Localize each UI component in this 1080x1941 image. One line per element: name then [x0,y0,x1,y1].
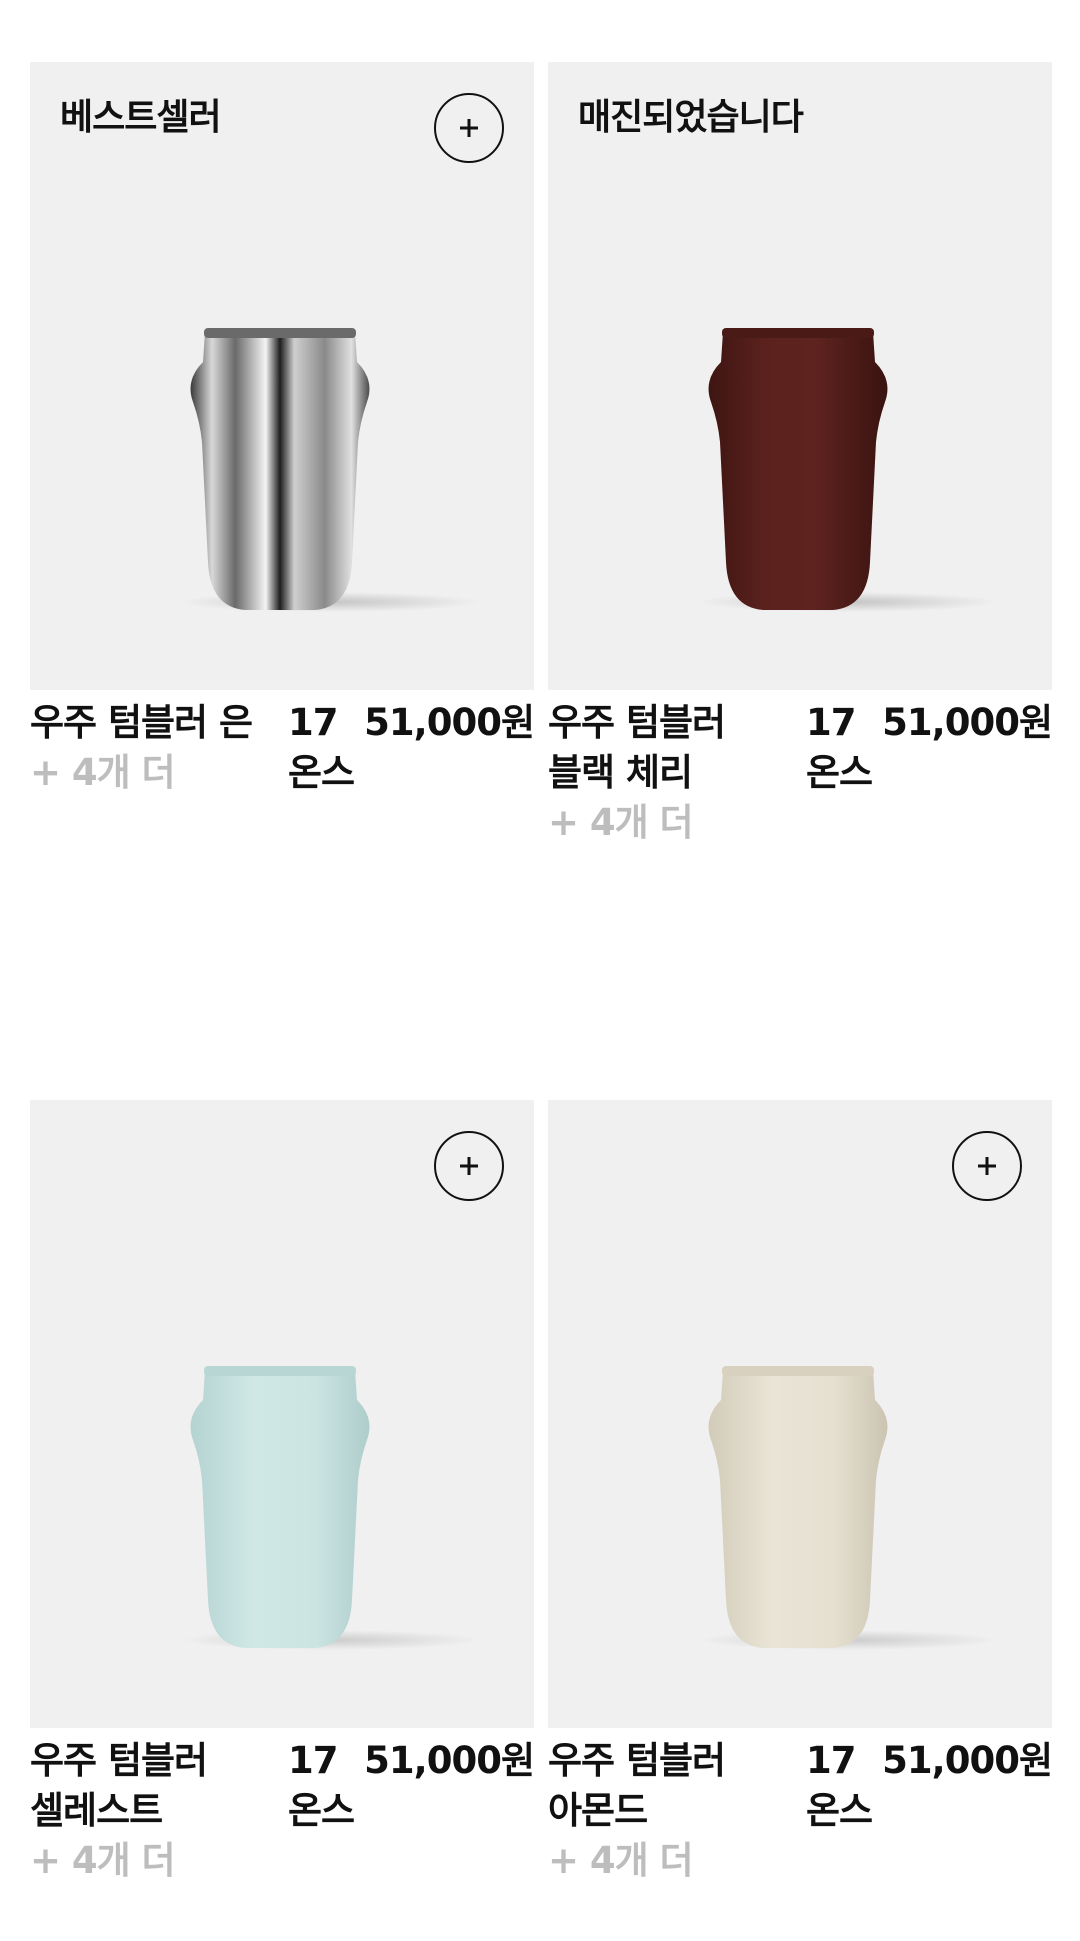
product-size: 17온스 [288,701,355,794]
more-variants-link[interactable]: + 4개 더 [30,1839,176,1882]
product-name-text[interactable]: 우주 텀블러 은 [30,701,253,744]
product-name[interactable]: 우주 텀블러 셀레스트 + 4개 더 [30,1736,260,1886]
product-grid: 베스트셀러 우주 텀블러 은 + 4개 더 17온스 51,000원 매진되었습… [0,0,1080,1941]
product-card[interactable]: 우주 텀블러 셀레스트 + 4개 더 17온스 51,000원 [30,1100,535,1896]
product-info: 우주 텀블러 셀레스트 + 4개 더 17온스 51,000원 [30,1736,535,1896]
plus-icon [978,1157,996,1175]
product-card[interactable]: 베스트셀러 우주 텀블러 은 + 4개 더 17온스 51,000원 [30,62,535,858]
product-price: 51,000원 [882,701,1053,744]
more-variants-link[interactable]: + 4개 더 [548,1839,694,1882]
product-price: 51,000원 [364,701,535,744]
product-info: 우주 텀블러 아몬드 + 4개 더 17온스 51,000원 [548,1736,1053,1896]
product-size: 17온스 [806,701,873,794]
product-info: 우주 텀블러 블랙 체리 + 4개 더 17온스 51,000원 [548,698,1053,858]
product-card[interactable]: 우주 텀블러 아몬드 + 4개 더 17온스 51,000원 [548,1100,1053,1896]
more-variants-link[interactable]: + 4개 더 [548,801,694,844]
product-image-box[interactable]: 베스트셀러 [30,62,534,690]
product-price: 51,000원 [882,1739,1053,1782]
product-name-text[interactable]: 우주 텀블러 블랙 체리 [548,701,726,794]
product-image-box[interactable] [30,1100,534,1728]
sold-out-badge: 매진되었습니다 [578,97,804,138]
plus-icon [460,1157,478,1175]
add-to-cart-button[interactable] [952,1131,1022,1201]
product-name[interactable]: 우주 텀블러 블랙 체리 + 4개 더 [548,698,778,848]
product-name[interactable]: 우주 텀블러 아몬드 + 4개 더 [548,1736,778,1886]
product-card[interactable]: 매진되었습니다 우주 텀블러 블랙 체리 + 4개 더 17온스 51,000원 [548,62,1053,858]
product-price: 51,000원 [364,1739,535,1782]
more-variants-link[interactable]: + 4개 더 [30,751,176,794]
product-name[interactable]: 우주 텀블러 은 + 4개 더 [30,698,260,798]
product-image-box[interactable] [548,1100,1052,1728]
product-name-text[interactable]: 우주 텀블러 아몬드 [548,1739,726,1832]
add-to-cart-button[interactable] [434,93,504,163]
plus-icon [460,119,478,137]
product-size: 17온스 [288,1739,355,1832]
product-image-box[interactable]: 매진되었습니다 [548,62,1052,690]
product-name-text[interactable]: 우주 텀블러 셀레스트 [30,1739,208,1832]
add-to-cart-button[interactable] [434,1131,504,1201]
product-size: 17온스 [806,1739,873,1832]
tumbler-black-cherry-image [698,328,998,612]
bestseller-badge: 베스트셀러 [60,97,222,138]
product-info: 우주 텀블러 은 + 4개 더 17온스 51,000원 [30,698,535,858]
